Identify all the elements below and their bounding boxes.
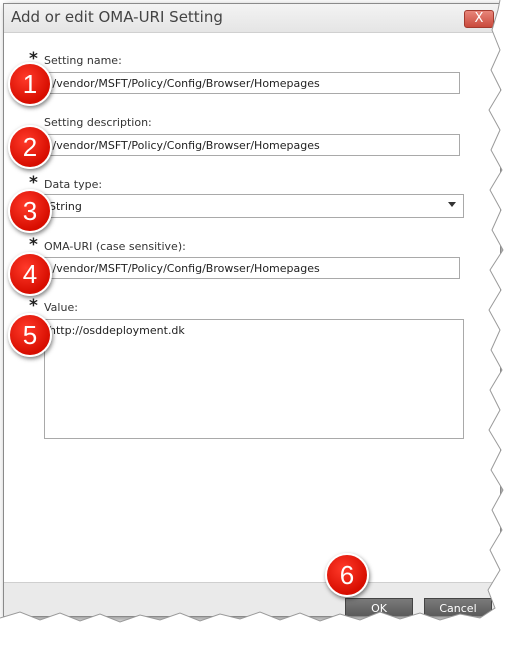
step-badge-3: 3 xyxy=(8,189,52,233)
title-bar: Add or edit OMA-URI Setting X xyxy=(4,4,500,33)
chevron-down-icon xyxy=(448,202,456,207)
step-badge-2: 2 xyxy=(8,125,52,169)
close-icon: X xyxy=(474,11,484,26)
step-badge-4: 4 xyxy=(8,252,52,296)
dialog-footer: OK Cancel xyxy=(4,582,500,616)
setting-description-label: Setting description: xyxy=(44,116,152,129)
close-button[interactable]: X xyxy=(464,10,494,28)
oma-uri-input[interactable]: ./vendor/MSFT/Policy/Config/Browser/Home… xyxy=(44,257,460,279)
setting-name-label: Setting name: xyxy=(44,54,122,67)
value-textarea[interactable]: http://osddeployment.dk xyxy=(44,319,464,439)
setting-description-input[interactable]: ./vendor/MSFT/Policy/Config/Browser/Home… xyxy=(44,134,460,156)
setting-name-input[interactable]: ./vendor/MSFT/Policy/Config/Browser/Home… xyxy=(44,72,460,94)
step-badge-5: 5 xyxy=(8,313,52,357)
step-badge-6: 6 xyxy=(325,553,369,597)
dialog-title: Add or edit OMA-URI Setting xyxy=(11,8,223,26)
data-type-value: String xyxy=(49,200,82,213)
oma-uri-dialog: Add or edit OMA-URI Setting X * Setting … xyxy=(3,3,501,617)
value-label: Value: xyxy=(44,301,78,314)
data-type-label: Data type: xyxy=(44,178,103,191)
oma-uri-label: OMA-URI (case sensitive): xyxy=(44,240,186,253)
ok-button[interactable]: OK xyxy=(345,598,413,616)
step-badge-1: 1 xyxy=(8,62,52,106)
cancel-button[interactable]: Cancel xyxy=(424,598,492,616)
data-type-select[interactable]: String xyxy=(44,194,464,218)
